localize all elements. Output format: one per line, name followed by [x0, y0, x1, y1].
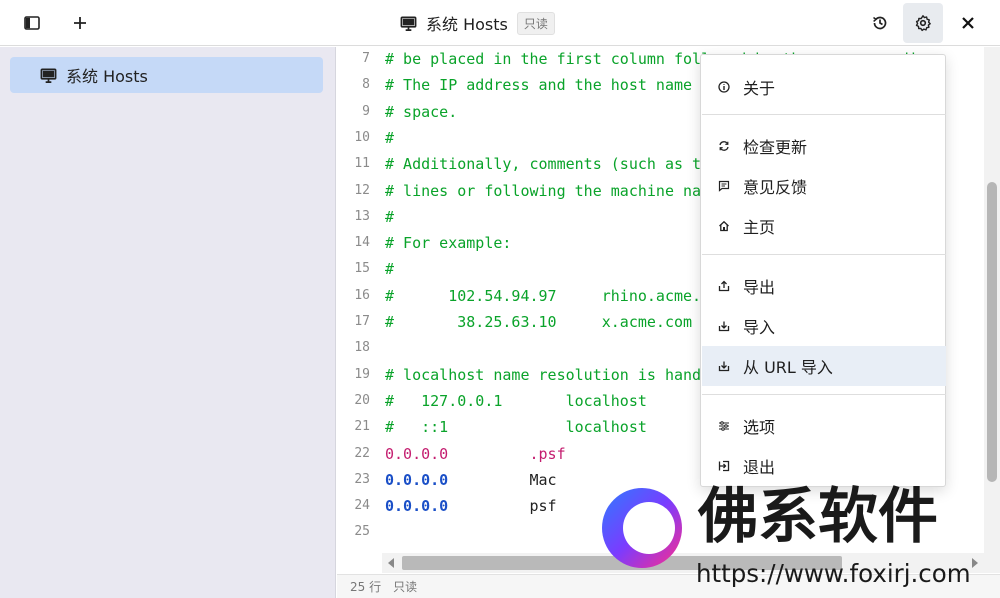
info-icon [718, 81, 730, 93]
line-number: 15 [354, 261, 370, 277]
window-title: 系统 Hosts [426, 15, 508, 34]
menu-item-export[interactable]: 导出 [702, 266, 946, 306]
line-number: 20 [354, 392, 370, 408]
status-mode: 只读 [393, 580, 418, 594]
menu-separator [702, 254, 946, 255]
line-code: 0.0.0.0 Mac [385, 467, 557, 493]
monitor-icon [400, 16, 417, 31]
close-button[interactable] [948, 3, 988, 43]
sidebar: 系统 Hosts [0, 47, 336, 598]
code-token: 0.0.0.0 [385, 470, 449, 489]
code-token: # [385, 260, 395, 279]
line-number: 16 [354, 287, 370, 303]
code-token: # ::1 localhost [385, 418, 647, 437]
line-number: 24 [354, 498, 370, 514]
line-code: # [385, 125, 394, 151]
code-token: .psf [448, 444, 566, 463]
readonly-badge: 只读 [516, 11, 555, 35]
code-token: # For example: [385, 234, 512, 253]
line-number: 7 [362, 51, 370, 66]
gear-icon [915, 15, 931, 32]
code-token: # space. [385, 102, 458, 121]
line-number: 9 [362, 103, 370, 119]
line-code: # [385, 204, 394, 230]
scroll-left-arrow-icon[interactable] [388, 558, 394, 568]
import-icon [718, 321, 730, 332]
status-bar: 25 行 只读 [337, 574, 1000, 598]
sidebar-item-label: 系统 Hosts [66, 67, 148, 86]
settings-menu: 关于 检查更新 意见反馈 主页 导出 导入 从 URL 导入 选项 退出 [700, 54, 946, 487]
window-title-area: 系统 Hosts 只读 [400, 10, 555, 36]
line-number: 25 [354, 524, 370, 540]
line-number: 10 [354, 129, 370, 145]
vertical-scroll-thumb[interactable] [987, 182, 997, 482]
feedback-icon [718, 180, 730, 192]
menu-separator [702, 394, 946, 395]
scroll-right-arrow-icon[interactable] [972, 558, 978, 568]
line-number: 13 [354, 208, 370, 224]
vertical-scrollbar[interactable] [984, 47, 1000, 573]
settings-button[interactable] [903, 3, 943, 43]
code-line[interactable]: 25 [337, 519, 1000, 545]
menu-item-import-from-url[interactable]: 从 URL 导入 [702, 346, 946, 386]
app-window: 系统 Hosts 只读 系统 Hosts 7 # be placed in th… [0, 0, 1000, 598]
line-number: 17 [354, 314, 370, 329]
menu-item-import[interactable]: 导入 [702, 306, 946, 346]
line-number: 19 [354, 366, 370, 382]
export-icon [718, 280, 730, 292]
toggle-sidebar-button[interactable] [12, 3, 52, 43]
code-token: 0.0.0.0 [385, 444, 449, 463]
line-code: # ::1 localhost [385, 414, 647, 440]
sidebar-toggle-icon [24, 16, 40, 30]
line-number: 12 [354, 182, 370, 198]
options-icon [719, 421, 729, 431]
line-code: 0.0.0.0 .psf [385, 441, 566, 467]
line-number: 14 [354, 235, 370, 251]
line-number: 23 [354, 471, 370, 487]
close-icon [962, 17, 974, 29]
line-code: # [385, 256, 394, 282]
history-button[interactable] [860, 3, 900, 43]
line-code: # space. [385, 99, 457, 125]
line-code: 0.0.0.0 psf [385, 493, 557, 519]
title-bar: 系统 Hosts 只读 [0, 0, 1000, 46]
code-token: Mac [448, 470, 557, 489]
line-code: # 127.0.0.1 localhost [385, 388, 647, 414]
line-number: 22 [354, 445, 370, 461]
code-token: psf [448, 497, 557, 516]
sidebar-item-system-hosts[interactable]: 系统 Hosts [10, 57, 323, 93]
menu-item-check-update[interactable]: 检查更新 [702, 126, 946, 166]
code-line[interactable]: 24 0.0.0.0 psf [337, 493, 1000, 519]
line-count: 25 行 [350, 580, 382, 594]
plus-icon [74, 17, 86, 29]
home-icon [719, 220, 729, 232]
menu-item-options[interactable]: 选项 [702, 406, 946, 446]
line-number: 21 [354, 419, 370, 435]
code-token: # [385, 207, 395, 226]
monitor-icon [40, 68, 57, 83]
line-number: 11 [354, 156, 370, 172]
menu-item-about[interactable]: 关于 [702, 67, 946, 107]
menu-item-exit[interactable]: 退出 [702, 446, 946, 486]
import-url-icon [718, 361, 730, 372]
exit-icon [718, 460, 730, 472]
horizontal-scroll-thumb[interactable] [402, 556, 842, 570]
code-token: 0.0.0.0 [385, 497, 449, 516]
add-button[interactable] [60, 3, 100, 43]
horizontal-scrollbar[interactable] [382, 553, 984, 573]
menu-item-feedback[interactable]: 意见反馈 [702, 166, 946, 206]
history-icon [873, 16, 887, 30]
line-number: 8 [362, 77, 370, 93]
code-token: # [385, 128, 395, 147]
menu-separator [702, 114, 946, 115]
refresh-icon [719, 141, 729, 151]
line-code: # For example: [385, 230, 511, 256]
code-token: # 127.0.0.1 localhost [385, 391, 647, 410]
menu-item-homepage[interactable]: 主页 [702, 206, 946, 246]
line-number: 18 [354, 340, 370, 356]
